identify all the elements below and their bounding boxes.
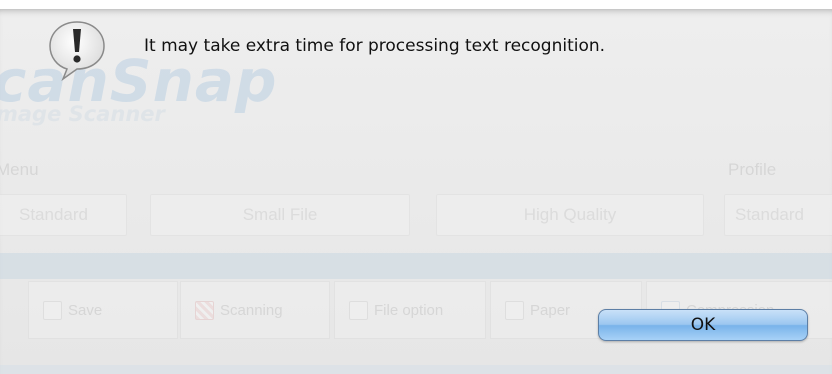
mode-standard-button: Standard [0,194,127,236]
alert-message: It may take extra time for processing te… [144,36,606,56]
app-logo-subtitle: mage Scanner [0,102,165,126]
profile-select: Standard [724,194,832,236]
settings-band [0,253,832,279]
mode-small-file-button: Small File [150,194,410,236]
tab-save: Save [28,281,178,339]
tab-scanning: Scanning [180,281,330,339]
save-icon [43,300,62,320]
warning-exclamation-bubble-icon [47,19,107,82]
tab-paper-label: Paper [530,301,571,319]
scanning-icon [195,300,214,320]
bottom-band [0,365,832,374]
tab-save-label: Save [68,301,103,319]
profile-label: Profile [728,160,777,179]
mode-high-quality-button: High Quality [436,194,704,236]
tab-file-option: File option [334,281,486,339]
tab-scanning-label: Scanning [220,301,283,319]
tab-file-option-label: File option [374,301,444,319]
ok-button[interactable]: OK [598,309,808,341]
menu-label: Menu [0,160,39,179]
file-option-icon [349,300,368,320]
paper-icon [505,300,524,320]
